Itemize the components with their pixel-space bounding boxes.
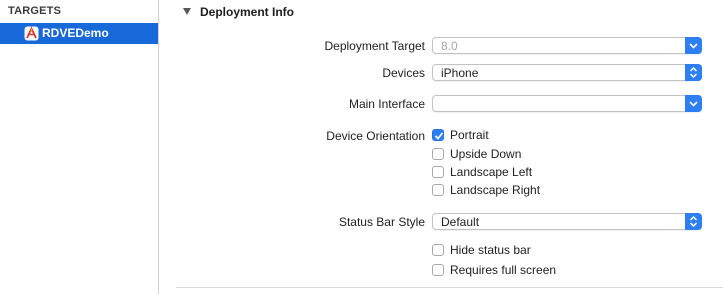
device-orientation-label: Device Orientation (326, 129, 425, 143)
hide-status-bar-label: Hide status bar (450, 243, 531, 257)
requires-full-screen-checkbox[interactable] (432, 264, 444, 276)
status-bar-style-popup[interactable]: Default (432, 213, 702, 230)
deployment-target-label: Deployment Target (324, 39, 426, 53)
landscape-right-label: Landscape Right (450, 183, 541, 197)
upside-down-checkbox[interactable] (432, 148, 444, 160)
main-interface-label: Main Interface (348, 97, 425, 111)
status-bar-style-value: Default (441, 215, 480, 229)
devices-label: Devices (382, 66, 425, 80)
landscape-left-label: Landscape Left (450, 165, 533, 179)
chevron-down-icon[interactable] (685, 37, 702, 54)
main-interface-combo[interactable] (432, 95, 702, 112)
up-down-arrows-icon[interactable] (685, 64, 702, 81)
deployment-target-value[interactable]: 8.0 (441, 39, 458, 53)
devices-popup[interactable]: iPhone (432, 64, 702, 81)
deployment-target-combo[interactable]: 8.0 (432, 37, 702, 54)
portrait-label: Portrait (450, 128, 489, 142)
chevron-down-icon[interactable] (685, 95, 702, 112)
section-title: Deployment Info (200, 5, 295, 19)
status-bar-style-label: Status Bar Style (338, 215, 425, 229)
up-down-arrows-icon[interactable] (685, 213, 702, 230)
devices-value: iPhone (441, 66, 479, 80)
requires-full-screen-label: Requires full screen (450, 263, 557, 277)
upside-down-label: Upside Down (450, 147, 522, 161)
portrait-checkbox[interactable] (432, 129, 444, 141)
sidebar-item-rdvedemo[interactable]: RDVEDemo (0, 23, 158, 44)
targets-sidebar: TARGETS RDVEDemo (0, 0, 159, 294)
app-target-icon (24, 26, 39, 41)
hide-status-bar-checkbox[interactable] (432, 244, 444, 256)
targets-header: TARGETS (8, 5, 62, 17)
landscape-right-checkbox[interactable] (432, 184, 444, 196)
section-divider (176, 287, 723, 288)
landscape-left-checkbox[interactable] (432, 166, 444, 178)
sidebar-item-label: RDVEDemo (42, 26, 109, 40)
disclosure-triangle-icon[interactable] (183, 8, 191, 15)
